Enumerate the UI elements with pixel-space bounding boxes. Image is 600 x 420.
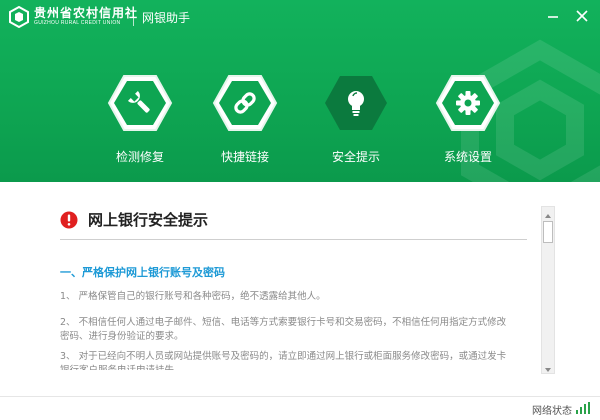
network-status-label: 网络状态 [532,406,572,417]
app-title: 网银助手 [142,11,191,25]
warning-icon [60,211,78,228]
notice-paragraph: 2、 不相信任何人通过电子邮件、短信、电话等方式索要银行卡号和交易密码，不相信任… [60,317,507,342]
hex-badge [212,75,278,131]
scroll-down-button[interactable] [542,361,554,373]
status-bar: 网络状态 [0,396,600,420]
titlebar: 贵州省农村信用社 GUIZHOU RURAL CREDIT UNION 网银助手 [0,0,600,36]
minimize-button[interactable] [543,6,563,26]
nav-quick-links[interactable]: 快捷链接 [205,74,285,170]
close-icon [576,10,588,22]
signal-bars-icon [576,402,590,414]
notice-title: 网上银行安全提示 [60,209,208,230]
hex-badge [107,75,173,131]
notice-paragraph: 3、 对于已经向不明人员或网站提供账号及密码的，请立即通过网上银行或柜面服务修改… [60,351,507,370]
security-notice-panel: 网上银行安全提示 一、严格保护网上银行账号及密码 1、 严格保管自己的银行账号和… [0,182,600,396]
scroll-thumb[interactable] [543,221,553,243]
scroll-up-button[interactable] [542,207,554,219]
hex-badge-active [325,76,387,130]
nav-detect-repair[interactable]: 检测修复 [100,74,180,170]
close-button[interactable] [572,6,592,26]
rcu-logo-icon [9,6,29,28]
nav-security-tips[interactable]: 安全提示 [316,74,396,170]
nav-label: 检测修复 [115,150,164,164]
brand-logo: 贵州省农村信用社 GUIZHOU RURAL CREDIT UNION [8,6,138,28]
section-heading: 一、严格保护网上银行账号及密码 [60,266,225,279]
title-divider [133,10,134,26]
minimize-icon [548,16,558,18]
nav-system-settings[interactable]: 系统设置 [428,74,508,170]
notice-paragraph: 1、 严格保管自己的银行账号和各种密码，绝不透露给其他人。 [60,291,326,302]
chevron-down-icon [545,368,551,372]
logo-english-name: GUIZHOU RURAL CREDIT UNION [34,20,121,26]
nav-label: 系统设置 [443,150,492,164]
nav-label: 快捷链接 [220,150,269,164]
gear-icon [456,91,480,115]
vertical-scrollbar[interactable] [541,206,555,374]
header-banner: 贵州省农村信用社 GUIZHOU RURAL CREDIT UNION 网银助手 [0,0,600,182]
notice-title-text: 网上银行安全提示 [88,211,209,229]
nav-label: 安全提示 [331,150,380,164]
notice-scroll-area[interactable]: 网上银行安全提示 一、严格保护网上银行账号及密码 1、 严格保管自己的银行账号和… [0,182,540,370]
hex-badge [435,75,501,131]
title-divider-line [60,239,527,240]
logo-chinese-name: 贵州省农村信用社 [34,6,139,20]
